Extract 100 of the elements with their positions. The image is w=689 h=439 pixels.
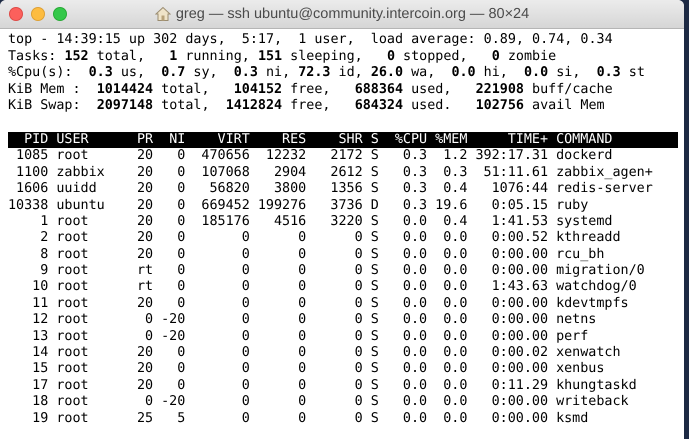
summary-line: %Cpu(s): 0.3 us, 0.7 sy, 0.3 ni, 72.3 id, 26.0 wa, 0.0 hi, 0.0 si, 0.3 st xyxy=(8,65,646,82)
table-cell-text: 0 xyxy=(354,246,363,264)
table-cell-text: 0 xyxy=(297,296,306,312)
minimize-button[interactable] xyxy=(31,7,45,21)
table-cell-text: 0.0 xyxy=(442,328,468,346)
table-cell-text: root xyxy=(55,263,90,280)
table-cell-text: 25 xyxy=(136,410,154,427)
table-cell-text: 0.0 xyxy=(442,361,468,378)
table-cell-text: 392:17.31 xyxy=(474,148,548,165)
table-cell-text: S xyxy=(370,148,379,165)
table-cell-text: 20 xyxy=(136,214,154,230)
column-header: NI xyxy=(168,132,186,148)
table-cell-text: 0 xyxy=(144,328,154,346)
table-cell-text: root xyxy=(55,279,90,296)
table-cell-text: 20 xyxy=(136,181,154,198)
table-cell-text: 107068 xyxy=(200,164,250,182)
table-cell-text: 20 xyxy=(136,198,154,214)
column-header: VIRT xyxy=(216,132,250,148)
table-cell-text: 19.6 xyxy=(434,198,468,214)
table-cell-text: 0.0 xyxy=(402,328,428,346)
table-cell-text: 0 xyxy=(176,361,186,378)
table-cell-text: 0 xyxy=(144,312,154,329)
table-cell-text: 0 xyxy=(240,296,250,312)
table-cell-text: S xyxy=(370,214,379,230)
table-cell-text: 12 xyxy=(31,312,48,329)
summary-line: top - 14:39:15 up 302 days, 5:17, 1 user, load average: 0.89, 0.74, 0.34 xyxy=(8,32,614,49)
table-cell-text: 0.0 xyxy=(402,378,428,394)
table-cell-text: 0.0 xyxy=(402,246,428,264)
table-cell-text: root xyxy=(55,361,90,378)
table-cell-text: 0 xyxy=(354,410,363,427)
table-cell-text: 0 xyxy=(240,328,250,346)
table-cell-text: 0.0 xyxy=(442,296,468,312)
table-cell-text: dockerd xyxy=(555,148,614,165)
zoom-button[interactable] xyxy=(53,7,67,21)
table-cell-text: 0.0 xyxy=(442,279,468,296)
table-cell-text: 0.3 xyxy=(442,164,468,182)
table-cell-text: ksmd xyxy=(555,410,590,427)
table-cell-text: 0:00.52 xyxy=(490,230,548,247)
table-cell-text: S xyxy=(370,410,379,427)
table-cell-text: 1 xyxy=(39,214,48,230)
table-cell-text: 0 xyxy=(297,263,306,280)
table-cell-text: 0 xyxy=(297,328,306,346)
table-cell-text: D xyxy=(370,198,379,214)
table-cell-text: 9 xyxy=(39,263,48,280)
table-cell-text: 3800 xyxy=(272,181,306,198)
table-cell-text: redis-server xyxy=(555,181,653,198)
table-cell-text: zabbix xyxy=(55,164,106,182)
summary-line: KiB Swap: 2097148 total, 1412824 free, 684324 used. 102756 avail Mem xyxy=(8,98,606,115)
table-cell-text: xenbus xyxy=(555,361,606,378)
table-cell-text: 0 xyxy=(176,296,186,312)
table-cell-text: 0.0 xyxy=(442,246,468,264)
table-cell-text: root xyxy=(55,312,90,329)
table-cell-text: S xyxy=(370,181,379,198)
table-cell-text: 0.0 xyxy=(402,296,428,312)
table-cell-text: 185176 xyxy=(200,214,250,230)
table-cell-text: 0:00.00 xyxy=(490,394,548,411)
table-cell-text: 0.0 xyxy=(402,361,428,378)
table-cell-text: 0 xyxy=(176,148,186,165)
table-cell-text: 1:41.53 xyxy=(490,214,548,230)
table-cell-text: 14 xyxy=(31,345,48,362)
table-cell-text: root xyxy=(55,345,90,362)
table-cell-text: 0 xyxy=(354,361,363,378)
table-cell-text: 0 xyxy=(176,246,186,264)
table-cell-text: 20 xyxy=(136,148,154,165)
table-cell-text: root xyxy=(55,296,90,312)
table-cell-text: 2 xyxy=(39,230,48,247)
column-header: PR xyxy=(136,132,154,148)
table-cell-text: 0.4 xyxy=(442,181,468,198)
table-cell-text: 0.0 xyxy=(402,279,428,296)
table-cell-text: 0 xyxy=(297,345,306,362)
table-cell-text: S xyxy=(370,361,379,378)
table-cell-text: 0.0 xyxy=(442,410,468,427)
table-cell-text: 0 xyxy=(240,378,250,394)
table-cell-text: 20 xyxy=(136,378,154,394)
table-cell-text: S xyxy=(370,246,379,264)
table-cell-text: 0 xyxy=(297,279,306,296)
summary-line: Tasks: 152 total, 1 running, 151 sleeping, 0 stopped, 0 zombie xyxy=(8,48,558,66)
close-button[interactable] xyxy=(9,7,23,21)
table-cell-text: root xyxy=(55,410,90,427)
table-cell-text: 1.2 xyxy=(442,148,468,165)
table-cell-text: 0:11.29 xyxy=(490,378,548,394)
column-header: TIME+ xyxy=(506,132,548,148)
table-cell-text: 2904 xyxy=(272,164,306,182)
table-cell: 10338 xyxy=(8,198,48,214)
table-cell-text: S xyxy=(370,378,379,394)
table-cell-text: 0 xyxy=(297,394,306,411)
table-cell-text: 0 xyxy=(240,263,250,280)
table-cell-text: 0 xyxy=(354,296,363,312)
table-cell-text: 0:00.00 xyxy=(490,328,548,346)
table-cell-text: 0.0 xyxy=(402,394,428,411)
table-cell-text: 199276 xyxy=(256,198,306,214)
table-cell-text: root xyxy=(55,230,90,247)
table-cell-text: 0 xyxy=(297,246,306,264)
table-cell-text: 56820 xyxy=(208,181,250,198)
table-cell-text: 0.0 xyxy=(402,312,428,329)
table-cell-text: 11 xyxy=(31,296,48,312)
table-cell-text: 0.4 xyxy=(442,214,468,230)
table-cell-text: 0:00.00 xyxy=(490,263,548,280)
table-cell-text: S xyxy=(370,296,379,312)
table-cell-text: 20 xyxy=(136,345,154,362)
